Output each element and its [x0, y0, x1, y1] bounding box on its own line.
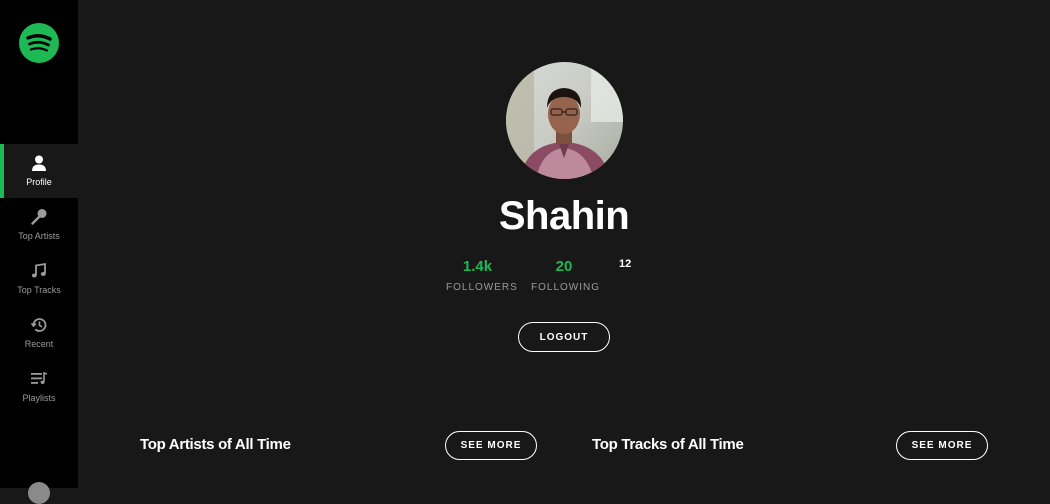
microphone-icon	[31, 209, 47, 225]
top-artists-see-more-button[interactable]: SEE MORE	[445, 431, 537, 460]
sidebar-item-playlists[interactable]: Playlists	[0, 360, 78, 414]
sidebar-item-label: Playlists	[22, 393, 56, 403]
sidebar-item-top-artists[interactable]: Top Artists	[0, 198, 78, 252]
following-count: 20	[555, 258, 573, 275]
following-stat: 20 FOLLOWING	[531, 258, 601, 294]
profile-main: Shahin 1.4k FOLLOWERS 20 FOLLOWING 12 LO…	[78, 0, 1050, 488]
music-note-icon	[31, 262, 46, 278]
sidebar-item-label: Top Artists	[18, 231, 60, 241]
following-label: FOLLOWING	[531, 282, 601, 293]
logout-button[interactable]: LOGOUT	[518, 322, 610, 352]
top-tracks-heading: Top Tracks of All Time	[592, 436, 744, 453]
profile-avatar	[506, 62, 623, 179]
sidebar-item-profile[interactable]: Profile	[0, 144, 78, 198]
profile-username: Shahin	[498, 194, 630, 238]
sidebar-item-label: Top Tracks	[17, 285, 61, 295]
sidebar-item-label: Recent	[24, 339, 54, 349]
sidebar: Profile Top Artists Top Tracks Recent Pl…	[0, 0, 78, 504]
followers-label: FOLLOWERS	[446, 282, 518, 293]
history-icon	[30, 318, 47, 332]
sidebar-item-top-tracks[interactable]: Top Tracks	[0, 252, 78, 306]
top-artists-heading: Top Artists of All Time	[140, 436, 291, 453]
playlists-count: 12	[619, 258, 632, 270]
followers-count: 1.4k	[462, 258, 493, 275]
playlist-icon	[31, 371, 48, 384]
top-tracks-see-more-button[interactable]: SEE MORE	[896, 431, 988, 460]
sidebar-github-avatar[interactable]	[28, 482, 50, 504]
followers-stat: 1.4k FOLLOWERS	[446, 258, 518, 294]
spotify-logo-icon[interactable]	[19, 23, 59, 63]
user-icon	[32, 155, 46, 171]
sidebar-item-recent[interactable]: Recent	[0, 306, 78, 360]
sidebar-item-label: Profile	[26, 177, 52, 187]
sidebar-nav: Profile Top Artists Top Tracks Recent Pl…	[0, 144, 78, 414]
